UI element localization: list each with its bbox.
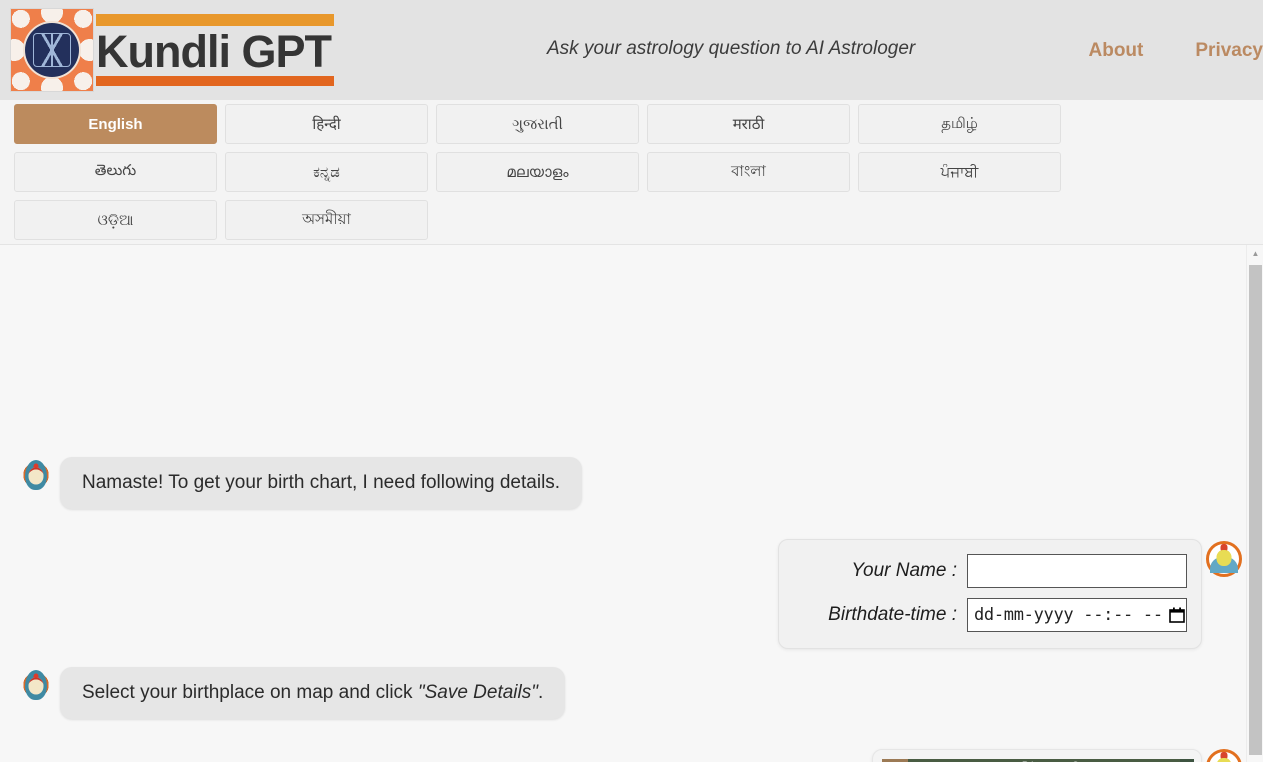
birthdate-field-row: Birthdate-time : dd-mm-yyyy --:-- -- [793, 598, 1187, 632]
birthplace-map-card[interactable]: R.I O g Google This page can't load Goog… [872, 749, 1202, 762]
bot-message-text-before: Select your birthplace on map and click [82, 682, 418, 703]
lang-tab-assamese[interactable]: অসমীয়া [225, 200, 428, 240]
birth-details-form: Your Name : Birthdate-time : dd-mm-yyyy … [778, 539, 1202, 649]
logo-bar-bottom [96, 76, 334, 87]
lang-tab-punjabi[interactable]: ਪੰਜਾਬੀ [858, 152, 1061, 192]
user-avatar-icon [1206, 541, 1242, 577]
language-tabs: English हिन्दी ગુજરાતી मराठी தமிழ் తెలుగ… [0, 100, 1263, 244]
chat-scrollbar[interactable]: ▲ ▼ [1246, 245, 1263, 762]
logo-bar-top [96, 13, 334, 26]
user-avatar-icon [1206, 749, 1242, 762]
kundli-mandala-logo-icon [10, 8, 94, 92]
calendar-icon[interactable] [1168, 607, 1185, 623]
bot-message-bubble: Namaste! To get your birth chart, I need… [60, 457, 583, 509]
lang-tab-marathi[interactable]: मराठी [647, 104, 850, 144]
chat-area: Namaste! To get your birth chart, I need… [0, 244, 1263, 762]
lang-tab-english[interactable]: English [14, 104, 217, 144]
bot-message-emphasis: "Save Details" [417, 682, 538, 703]
lang-tab-tamil[interactable]: தமிழ் [858, 104, 1061, 144]
lang-tab-kannada[interactable]: ಕನ್ನಡ [225, 152, 428, 192]
birthdate-time-input[interactable]: dd-mm-yyyy --:-- -- [967, 598, 1187, 632]
chevron-up-icon[interactable]: ▲ [1247, 245, 1263, 262]
lang-tab-gujarati[interactable]: ગુજરાતી [436, 104, 639, 144]
chat-message-row: Namaste! To get your birth chart, I need… [18, 457, 583, 509]
header-nav: About Privacy [1089, 40, 1263, 62]
astrologer-avatar-icon [18, 667, 54, 703]
lang-tab-bengali[interactable]: বাংলা [647, 152, 850, 192]
logo-orb [25, 23, 79, 77]
chat-message-row: Select your birthplace on map and click … [18, 667, 566, 719]
brand-logo[interactable]: Kundli GPT [10, 8, 334, 92]
nav-link-privacy[interactable]: Privacy [1195, 40, 1263, 62]
name-field-row: Your Name : [793, 554, 1187, 588]
bot-message-text-after: . [538, 682, 544, 703]
page-tagline: Ask your astrology question to AI Astrol… [547, 38, 916, 59]
name-label: Your Name : [851, 560, 957, 581]
page-header: Kundli GPT Ask your astrology question t… [0, 0, 1263, 100]
brand-name: Kundli GPT [96, 25, 332, 77]
name-input[interactable] [967, 554, 1187, 588]
lang-tab-odia[interactable]: ଓଡ଼ିଆ [14, 200, 217, 240]
lang-tab-telugu[interactable]: తెలుగు [14, 152, 217, 192]
astrologer-avatar-icon [18, 457, 54, 493]
scrollbar-thumb[interactable] [1249, 265, 1262, 755]
birthdate-time-value: dd-mm-yyyy --:-- -- [974, 605, 1163, 625]
wordmark: Kundli GPT [96, 13, 334, 87]
birthdate-label: Birthdate-time : [828, 604, 957, 625]
nav-link-about[interactable]: About [1089, 40, 1144, 62]
bot-message-bubble: Select your birthplace on map and click … [60, 667, 566, 719]
lang-tab-malayalam[interactable]: മലയാളം [436, 152, 639, 192]
lang-tab-hindi[interactable]: हिन्दी [225, 104, 428, 144]
